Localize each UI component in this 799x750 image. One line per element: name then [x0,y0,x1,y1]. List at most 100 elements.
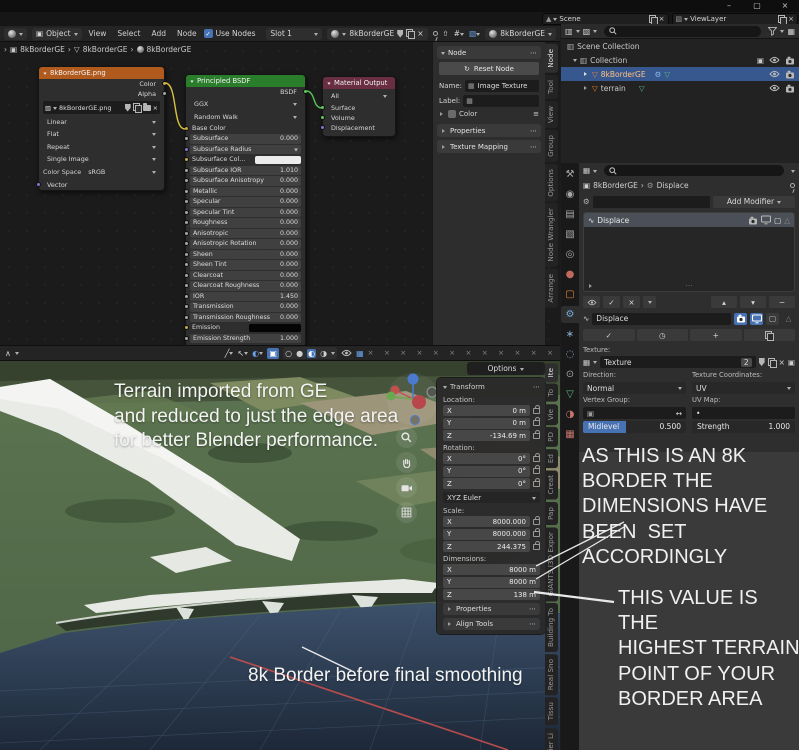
outliner-search[interactable] [604,26,761,37]
image-texture-node[interactable]: 8kBorderGE.png Color Alpha ▧ 8kBorderGE.… [38,66,165,191]
sidebar-tab[interactable]: Arrange [545,269,558,308]
input-socket[interactable] [184,325,189,330]
sidebar-tab[interactable]: Building To [545,603,558,652]
input-value[interactable]: 0.000 [280,219,298,226]
parent-node-tree-icon[interactable]: ⇧ [443,29,449,38]
node-dropdown[interactable]: Repeat [43,141,160,152]
input-socket[interactable] [184,241,189,246]
alpha-output-socket[interactable] [162,91,167,96]
input-value[interactable]: 0.000 [280,240,298,247]
input-socket[interactable] [184,220,189,225]
principled-input-row[interactable]: Specular Tint0.000 [190,208,301,218]
solid-shading-icon[interactable]: ● [296,349,303,358]
move-up-button[interactable]: ▴ [711,296,737,308]
node-header[interactable]: Principled BSDF [186,75,305,87]
copy-icon[interactable] [649,15,657,24]
slot-dropdown[interactable]: Slot 1 [266,28,322,40]
properties-tab[interactable]: ⚙ [561,306,579,323]
sidebar-tab[interactable]: Node Wrangler [545,203,558,267]
axis-value-field[interactable]: X0° [443,453,530,464]
apply-all-button[interactable]: ✓ [603,296,620,308]
properties-tab[interactable]: ⚒ [561,166,579,183]
principled-input-row[interactable]: Anisotropic0.000 [190,229,301,239]
open-folder-icon[interactable] [143,105,151,111]
lock-icon[interactable] [533,468,540,474]
viewlayer-name[interactable]: ViewLayer [690,15,776,23]
principled-input-row[interactable]: Transmission0.000 [190,302,301,312]
rendered-shading-icon[interactable]: ◑ [320,349,327,358]
pin-icon[interactable] [790,183,795,188]
sidebar-tab[interactable]: View [545,101,558,128]
strength-slider[interactable]: Strength1.000 [692,421,795,433]
minimize-button[interactable]: – [715,0,743,12]
sidebar-tab[interactable]: Node [545,44,558,73]
properties-tab[interactable]: ● [561,266,579,283]
principled-input-row[interactable]: IOR1.450 [190,292,301,302]
collapse-icon[interactable] [327,83,330,87]
align-tools-panel-header[interactable]: Align Tools⋯ [443,618,540,630]
axis-value-field[interactable]: X8000.000 [443,516,530,527]
menu-item[interactable]: Node [175,29,199,38]
node-panel-header[interactable]: Node⋯ [437,46,541,59]
select-tool-dropdown[interactable]: ↖ [237,349,248,358]
principled-input-row[interactable]: Base Color [190,124,301,134]
properties-panel-header[interactable]: Properties⋯ [437,124,541,137]
panel-menu-icon[interactable]: ⋯ [530,127,537,135]
lock-icon[interactable] [533,481,540,487]
vector-input-socket[interactable] [36,182,41,187]
show-texture-icon[interactable]: ▣ [788,358,795,367]
close-icon[interactable]: × [659,15,665,23]
input-value[interactable]: 0.000 [280,314,298,321]
color-output-socket[interactable] [162,81,167,86]
color-row[interactable]: Color≡ [439,110,539,118]
axis-value-field[interactable]: X0 m [443,405,530,416]
subsurface-method-dropdown[interactable]: Random Walk [190,111,301,122]
input-socket[interactable] [184,199,189,204]
principled-input-row[interactable]: Subsurface IOR1.010 [190,166,301,176]
render-camera-icon[interactable] [785,84,795,93]
input-socket[interactable] [320,115,325,120]
dimension-value-field[interactable]: X8000 m [443,564,540,575]
maximize-button[interactable]: ▢ [743,0,771,12]
move-down-button[interactable]: ▾ [740,296,766,308]
lock-icon[interactable] [533,433,540,439]
add-modifier-button[interactable]: Add Modifier [713,196,795,208]
input-socket[interactable] [320,105,325,110]
gizmo-toggle-icon[interactable]: ▦ [356,349,364,358]
use-nodes-toggle[interactable]: ✓Use Nodes [204,29,256,38]
copy-icon[interactable] [778,15,786,24]
snap-dropdown[interactable]: # [454,29,464,38]
input-value[interactable]: 0.000 [280,272,298,279]
principled-input-row[interactable]: Metallic0.000 [190,187,301,197]
realtime-toggle[interactable] [750,313,763,325]
display-mode-icon[interactable]: ▥ [565,27,573,36]
input-socket[interactable] [320,125,325,130]
target-dropdown[interactable]: All [327,91,391,102]
properties-search[interactable] [604,165,784,176]
sidebar-tab[interactable]: Pap [545,502,558,525]
transform-panel-header[interactable]: Transform⋯ [443,381,540,393]
panel-menu-icon[interactable]: ⋯ [530,143,537,151]
input-socket[interactable] [184,262,189,267]
principled-input-row[interactable]: Roughness0.000 [190,218,301,228]
copy-icon[interactable] [133,103,141,112]
color-space-dropdown[interactable]: sRGB [84,167,160,178]
expand-icon[interactable] [584,86,589,90]
properties-panel-header[interactable]: Properties⋯ [443,603,540,615]
properties-tab[interactable]: ▦ [561,426,579,443]
principled-input-row[interactable]: Sheen Tint0.000 [190,260,301,270]
node-header[interactable]: 8kBorderGE.png [39,67,164,79]
principled-input-row[interactable]: Transmission Roughness0.000 [190,313,301,323]
unlink-icon[interactable]: × [417,29,423,38]
sidebar-tab[interactable]: Creat [545,470,558,499]
new-collection-icon[interactable]: ▦ [787,27,795,36]
input-socket[interactable] [184,126,189,131]
swap-icon[interactable]: ↔ [676,409,682,418]
navigation-gizmo[interactable] [385,371,441,427]
properties-tab[interactable]: ∗ [561,326,579,343]
outliner-row-8kborderge[interactable]: ▽ 8kBorderGE ⚙ ▽ [561,67,799,81]
texture-name-field[interactable]: Texture2 [600,356,756,368]
outliner-row-collection[interactable]: ▥ Collection ▣ [561,53,799,67]
input-value[interactable]: 0.000 [280,198,298,205]
lock-icon[interactable] [533,456,540,462]
